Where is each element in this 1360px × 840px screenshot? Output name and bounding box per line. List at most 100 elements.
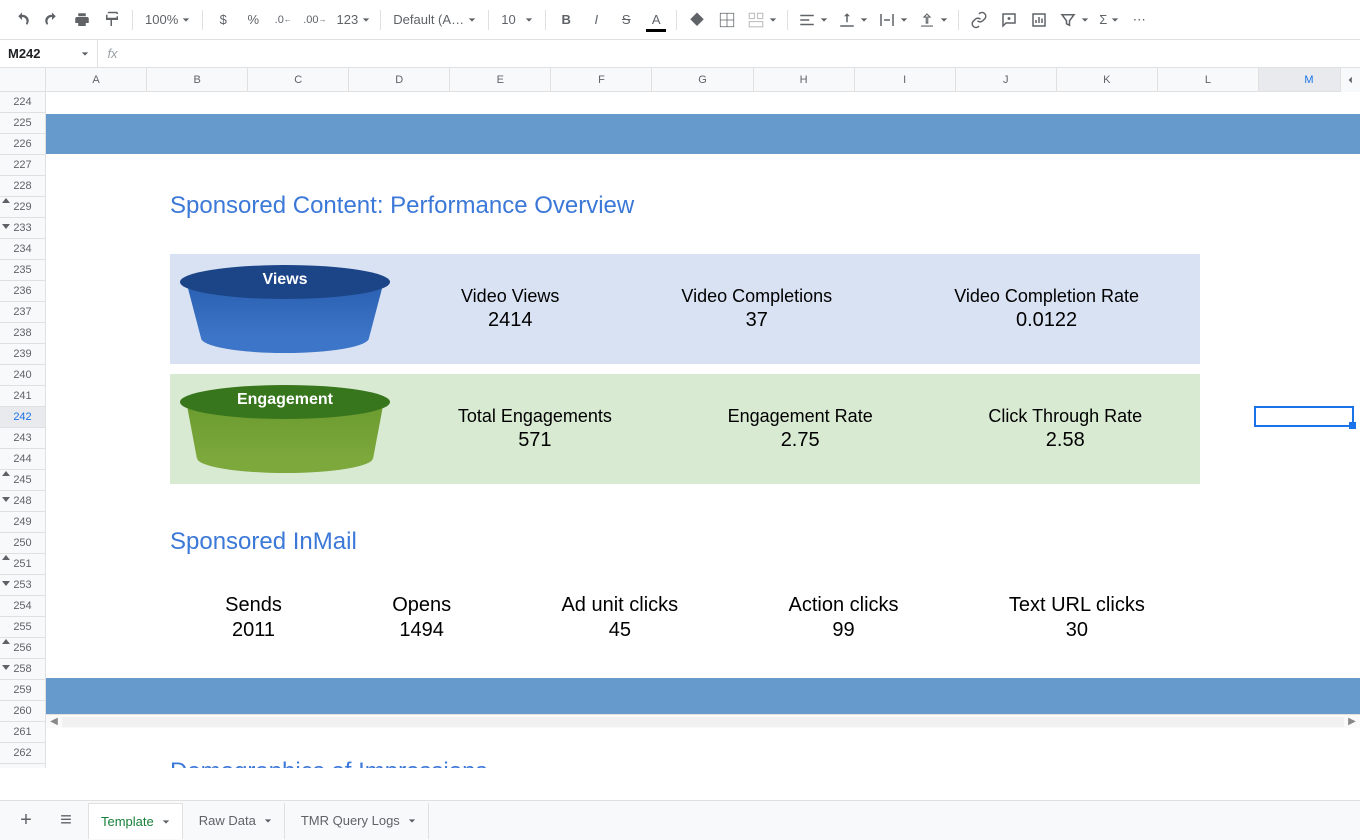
scroll-left-arrow[interactable]: ◀ xyxy=(46,716,62,727)
row-header[interactable]: 248 xyxy=(0,491,45,512)
col-header[interactable]: I xyxy=(855,68,956,91)
row-header[interactable]: 249 xyxy=(0,512,45,533)
fill-handle[interactable] xyxy=(1349,422,1356,429)
row-header[interactable]: 255 xyxy=(0,617,45,638)
col-header[interactable]: D xyxy=(349,68,450,91)
format-percent-button[interactable]: % xyxy=(239,6,267,34)
row-header[interactable]: 259 xyxy=(0,680,45,701)
italic-button[interactable]: I xyxy=(582,6,610,34)
print-button[interactable] xyxy=(68,6,96,34)
col-header[interactable]: H xyxy=(754,68,855,91)
decrease-decimal-button[interactable]: .0← xyxy=(269,6,297,34)
col-header[interactable]: G xyxy=(652,68,753,91)
zoom-dropdown[interactable]: 100% xyxy=(139,6,196,34)
chevron-down-icon[interactable] xyxy=(162,814,170,829)
redo-button[interactable] xyxy=(38,6,66,34)
row-header[interactable]: 234 xyxy=(0,239,45,260)
scroll-columns-right[interactable] xyxy=(1340,68,1360,92)
sheet-tab-tmr-query-logs[interactable]: TMR Query Logs xyxy=(289,803,429,839)
row-header[interactable]: 256 xyxy=(0,638,45,659)
font-family-dropdown[interactable]: Default (Ari... xyxy=(387,6,482,34)
horizontal-align-button[interactable] xyxy=(794,6,832,34)
row-header[interactable]: 245 xyxy=(0,470,45,491)
metric-ctr: Click Through Rate2.58 xyxy=(988,406,1142,452)
chevron-down-icon[interactable] xyxy=(408,813,416,828)
text-color-button[interactable]: A xyxy=(642,6,670,34)
functions-button[interactable]: Σ xyxy=(1095,6,1123,34)
increase-decimal-button[interactable]: .00→ xyxy=(299,6,330,34)
sheet-tab-raw-data[interactable]: Raw Data xyxy=(187,803,285,839)
row-header[interactable]: 226 xyxy=(0,134,45,155)
row-header[interactable]: 242 xyxy=(0,407,45,428)
section-title-performance: Sponsored Content: Performance Overview xyxy=(170,192,634,220)
format-currency-button[interactable]: $ xyxy=(209,6,237,34)
col-header[interactable]: A xyxy=(46,68,147,91)
row-header[interactable]: 251 xyxy=(0,554,45,575)
row-header[interactable]: 238 xyxy=(0,323,45,344)
insert-chart-button[interactable] xyxy=(1025,6,1053,34)
more-toolbar-button[interactable]: ⋯ xyxy=(1125,6,1153,34)
toolbar: 100% $ % .0← .00→ 123 Default (Ari... 10… xyxy=(0,0,1360,40)
add-sheet-button[interactable]: + xyxy=(8,803,44,839)
row-header[interactable]: 239 xyxy=(0,344,45,365)
row-header[interactable]: 233 xyxy=(0,218,45,239)
vertical-align-button[interactable] xyxy=(834,6,872,34)
select-all-corner[interactable] xyxy=(0,68,46,91)
row-header[interactable]: 243 xyxy=(0,428,45,449)
row-header[interactable]: 225 xyxy=(0,113,45,134)
col-header[interactable]: L xyxy=(1158,68,1259,91)
borders-button[interactable] xyxy=(713,6,741,34)
horizontal-scrollbar[interactable]: ◀ ▶ xyxy=(46,714,1360,728)
col-header[interactable]: F xyxy=(551,68,652,91)
fill-color-button[interactable] xyxy=(683,6,711,34)
row-header[interactable]: 250 xyxy=(0,533,45,554)
filter-button[interactable] xyxy=(1055,6,1093,34)
row-header[interactable]: 228 xyxy=(0,176,45,197)
undo-button[interactable] xyxy=(8,6,36,34)
more-formats-dropdown[interactable]: 123 xyxy=(333,6,375,34)
cells-canvas[interactable]: Sponsored Content: Performance Overview … xyxy=(46,92,1360,768)
row-header[interactable]: 224 xyxy=(0,92,45,113)
row-header[interactable]: 263 xyxy=(0,764,45,768)
row-header[interactable]: 227 xyxy=(0,155,45,176)
col-header[interactable]: K xyxy=(1057,68,1158,91)
row-header[interactable]: 262 xyxy=(0,743,45,764)
print-icon xyxy=(73,11,91,29)
col-header[interactable]: J xyxy=(956,68,1057,91)
insert-link-button[interactable] xyxy=(965,6,993,34)
all-sheets-button[interactable]: ≡ xyxy=(48,803,84,839)
font-size-dropdown[interactable]: 10 xyxy=(495,6,539,34)
text-wrap-button[interactable] xyxy=(874,6,912,34)
chevron-down-icon[interactable] xyxy=(264,813,272,828)
row-header[interactable]: 237 xyxy=(0,302,45,323)
row-header[interactable]: 229 xyxy=(0,197,45,218)
row-header[interactable]: 244 xyxy=(0,449,45,470)
row-header[interactable]: 258 xyxy=(0,659,45,680)
sheet-tab-template[interactable]: Template xyxy=(88,803,183,839)
undo-icon xyxy=(13,11,31,29)
formula-input[interactable] xyxy=(128,40,1360,67)
paint-format-button[interactable] xyxy=(98,6,126,34)
row-header[interactable]: 261 xyxy=(0,722,45,743)
row-header[interactable]: 241 xyxy=(0,386,45,407)
inmail-opens: Opens1494 xyxy=(392,594,451,642)
row-header[interactable]: 254 xyxy=(0,596,45,617)
inmail-text-url-clicks: Text URL clicks30 xyxy=(1009,594,1145,642)
name-box[interactable]: M242 xyxy=(0,40,98,67)
col-header[interactable]: B xyxy=(147,68,248,91)
col-header[interactable]: C xyxy=(248,68,349,91)
merge-cells-button[interactable] xyxy=(743,6,781,34)
bold-button[interactable]: B xyxy=(552,6,580,34)
insert-comment-button[interactable] xyxy=(995,6,1023,34)
text-rotation-button[interactable] xyxy=(914,6,952,34)
row-header[interactable]: 235 xyxy=(0,260,45,281)
scroll-right-arrow[interactable]: ▶ xyxy=(1344,716,1360,727)
row-header[interactable]: 236 xyxy=(0,281,45,302)
strikethrough-button[interactable]: S xyxy=(612,6,640,34)
row-header[interactable]: 240 xyxy=(0,365,45,386)
wrap-icon xyxy=(878,11,896,29)
merge-icon xyxy=(747,11,765,29)
row-header[interactable]: 253 xyxy=(0,575,45,596)
row-header[interactable]: 260 xyxy=(0,701,45,722)
col-header[interactable]: E xyxy=(450,68,551,91)
